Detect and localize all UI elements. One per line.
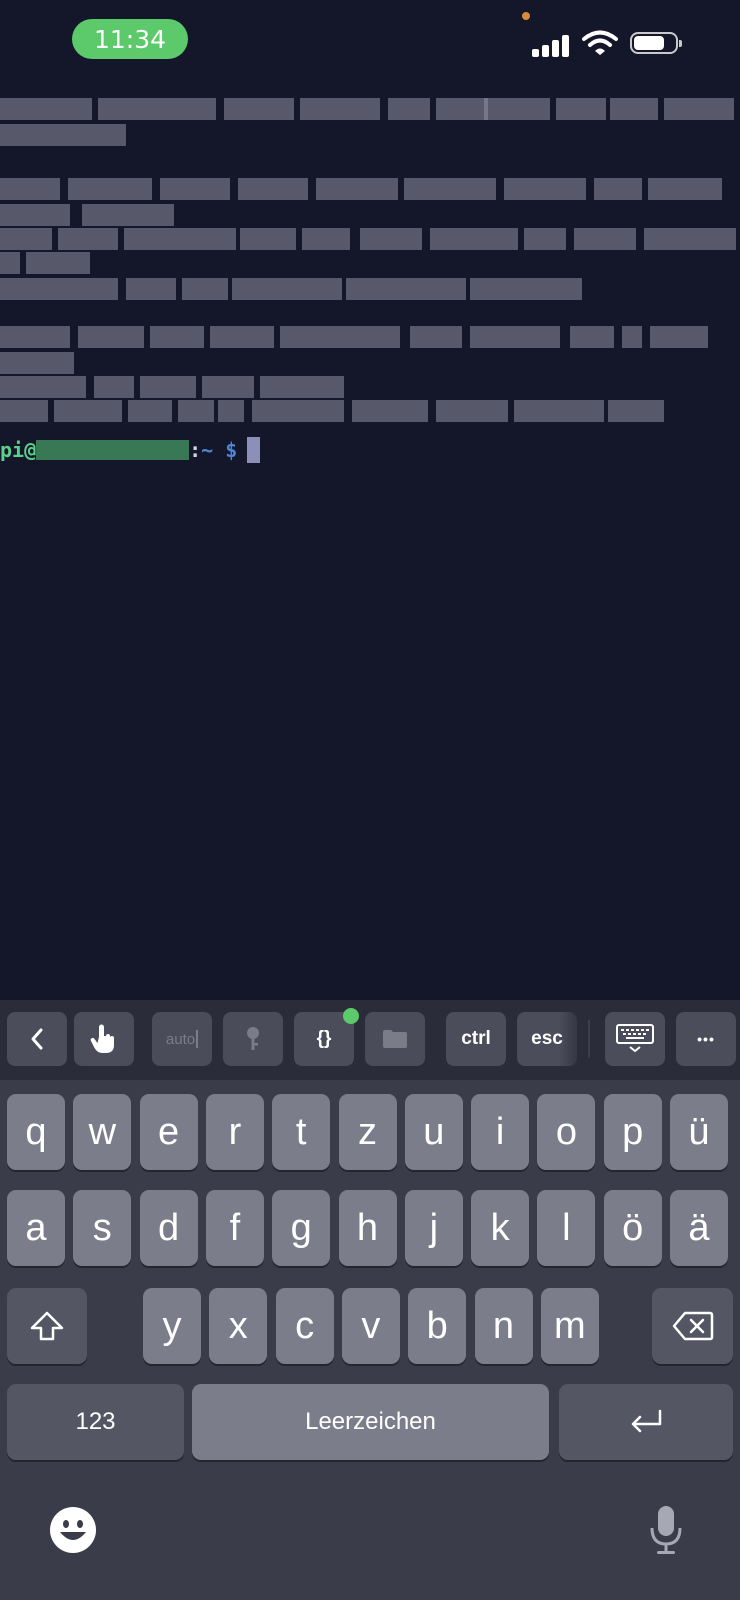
space-key-label: Leerzeichen bbox=[305, 1408, 436, 1435]
key-s[interactable]: s bbox=[73, 1190, 132, 1266]
key-i[interactable]: i bbox=[471, 1094, 530, 1170]
key-v[interactable]: v bbox=[341, 1288, 400, 1364]
key-u[interactable]: u bbox=[404, 1094, 463, 1170]
status-bar: 11:34 bbox=[0, 0, 740, 80]
numbers-key-label: 123 bbox=[75, 1408, 116, 1435]
prompt-user: pi@ bbox=[0, 438, 37, 462]
folder-icon bbox=[383, 1030, 407, 1048]
terminal-accessory-toolbar: auto {} ctrl esc ••• bbox=[0, 1000, 740, 1080]
key-w[interactable]: w bbox=[73, 1094, 132, 1170]
delete-key[interactable] bbox=[652, 1288, 733, 1364]
prompt-colon: : bbox=[189, 438, 202, 462]
wifi-icon bbox=[582, 30, 618, 55]
key-m[interactable]: m bbox=[540, 1288, 599, 1364]
toolbar-divider bbox=[588, 1020, 590, 1058]
terminal-output[interactable]: pi@: ~ $ bbox=[0, 90, 740, 990]
shell-prompt: pi@: ~ $ bbox=[0, 435, 261, 465]
terminal-cursor bbox=[247, 437, 261, 463]
esc-key-button[interactable]: esc bbox=[517, 1012, 577, 1066]
space-key[interactable]: Leerzeichen bbox=[192, 1384, 549, 1460]
key-e[interactable]: e bbox=[139, 1094, 198, 1170]
cellular-signal-icon bbox=[532, 33, 570, 57]
ctrl-label: ctrl bbox=[461, 1028, 491, 1049]
more-button[interactable]: ••• bbox=[676, 1012, 736, 1066]
key-y[interactable]: y bbox=[143, 1288, 201, 1364]
snippets-badge-dot bbox=[343, 1008, 359, 1024]
key-button[interactable] bbox=[223, 1012, 283, 1066]
battery-icon bbox=[630, 32, 682, 56]
key-z[interactable]: z bbox=[338, 1094, 397, 1170]
key-f[interactable]: f bbox=[205, 1190, 264, 1266]
key-p[interactable]: p bbox=[603, 1094, 662, 1170]
ctrl-key-button[interactable]: ctrl bbox=[446, 1012, 506, 1066]
braces-label: {} bbox=[316, 1028, 332, 1049]
shift-key[interactable] bbox=[7, 1288, 87, 1364]
key-t[interactable]: t bbox=[272, 1094, 331, 1170]
auto-button[interactable]: auto bbox=[152, 1012, 212, 1066]
touch-hand-icon bbox=[90, 1024, 114, 1053]
touch-mode-button[interactable] bbox=[74, 1012, 134, 1066]
auto-label: auto bbox=[165, 1030, 196, 1048]
numbers-key[interactable]: 123 bbox=[7, 1384, 184, 1460]
key-r[interactable]: r bbox=[205, 1094, 264, 1170]
esc-label: esc bbox=[531, 1028, 563, 1049]
key-ö[interactable]: ö bbox=[603, 1190, 662, 1266]
key-n[interactable]: n bbox=[474, 1288, 533, 1364]
key-ü[interactable]: ü bbox=[670, 1094, 728, 1170]
emoji-icon[interactable] bbox=[49, 1506, 97, 1554]
key-g[interactable]: g bbox=[272, 1190, 331, 1266]
back-button[interactable] bbox=[7, 1012, 67, 1066]
key-d[interactable]: d bbox=[139, 1190, 198, 1266]
key-q[interactable]: q bbox=[7, 1094, 65, 1170]
more-label: ••• bbox=[697, 1031, 715, 1047]
key-icon bbox=[247, 1027, 259, 1050]
keyboard-hide-icon bbox=[616, 1024, 654, 1053]
microphone-icon[interactable] bbox=[648, 1504, 684, 1556]
key-h[interactable]: h bbox=[338, 1190, 397, 1266]
hide-keyboard-button[interactable] bbox=[605, 1012, 665, 1066]
onscreen-keyboard: qwertzuiopü asdfghjklöä yxcvbnm 123 Leer… bbox=[0, 1080, 740, 1600]
key-a[interactable]: a bbox=[7, 1190, 65, 1266]
key-c[interactable]: c bbox=[275, 1288, 334, 1364]
prompt-symbol: $ bbox=[225, 438, 238, 462]
key-ä[interactable]: ä bbox=[670, 1190, 728, 1266]
key-o[interactable]: o bbox=[537, 1094, 596, 1170]
backspace-icon bbox=[672, 1311, 713, 1341]
return-icon bbox=[631, 1409, 662, 1433]
key-l[interactable]: l bbox=[537, 1190, 596, 1266]
prompt-path: ~ bbox=[201, 438, 214, 462]
key-k[interactable]: k bbox=[471, 1190, 530, 1266]
privacy-indicator-dot bbox=[522, 12, 530, 20]
redacted-hostname bbox=[36, 440, 190, 460]
shift-icon bbox=[30, 1311, 64, 1341]
key-x[interactable]: x bbox=[209, 1288, 268, 1364]
return-key[interactable] bbox=[559, 1384, 733, 1460]
status-time[interactable]: 11:34 bbox=[72, 19, 188, 59]
files-button[interactable] bbox=[365, 1012, 425, 1066]
chevron-left-icon bbox=[31, 1028, 43, 1050]
key-j[interactable]: j bbox=[404, 1190, 463, 1266]
key-b[interactable]: b bbox=[408, 1288, 467, 1364]
